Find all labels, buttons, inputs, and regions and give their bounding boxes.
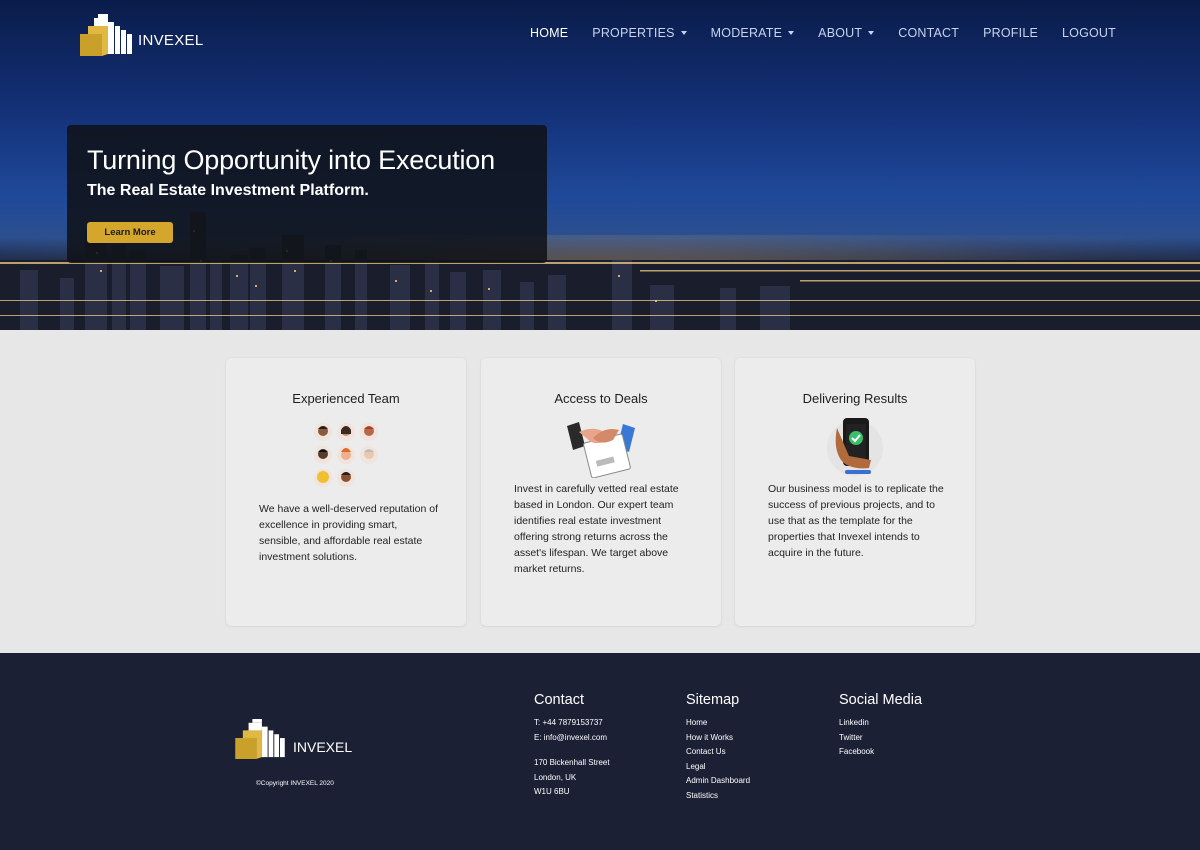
footer-contact-heading: Contact bbox=[534, 692, 584, 708]
caret-down-icon bbox=[788, 31, 795, 35]
feature-title: Access to Deals bbox=[554, 391, 648, 406]
nav-moderate[interactable]: MODERATE bbox=[711, 26, 795, 40]
handshake-icon bbox=[567, 422, 635, 478]
feature-text: Our business model is to replicate the s… bbox=[768, 483, 944, 559]
feature-title: Experienced Team bbox=[292, 391, 400, 406]
brand-logo[interactable]: INVEXEL bbox=[78, 14, 203, 56]
nav-profile-label: PROFILE bbox=[983, 26, 1039, 40]
feature-title: Delivering Results bbox=[802, 391, 908, 406]
feature-text: We have a well-deserved reputation of ex… bbox=[259, 503, 438, 563]
social-link-twitter[interactable]: Twitter bbox=[839, 731, 922, 746]
sitemap-link-legal[interactable]: Legal bbox=[686, 760, 750, 775]
learn-more-button[interactable]: Learn More bbox=[87, 222, 173, 243]
nav-logout-label: LOGOUT bbox=[1062, 26, 1116, 40]
nav-properties-label: PROPERTIES bbox=[592, 26, 675, 40]
nav-logout[interactable]: LOGOUT bbox=[1062, 26, 1116, 40]
hero-subtitle: The Real Estate Investment Platform. bbox=[87, 182, 369, 199]
main-menu: HOME PROPERTIES MODERATE ABOUT CONTACT P… bbox=[506, 26, 1116, 40]
sitemap-link-how-it-works[interactable]: How it Works bbox=[686, 731, 750, 746]
sitemap-link-contact-us[interactable]: Contact Us bbox=[686, 745, 750, 760]
feature-card-deals: Access to Deals Invest in carefully vett… bbox=[481, 358, 721, 626]
footer-social-heading: Social Media bbox=[839, 692, 923, 708]
building-logo-icon bbox=[235, 719, 285, 759]
footer-sitemap-heading: Sitemap bbox=[686, 692, 740, 708]
social-link-facebook[interactable]: Facebook bbox=[839, 745, 922, 760]
copyright-text: ©Copyright INVEXEL 2020 bbox=[256, 780, 334, 787]
caret-down-icon bbox=[680, 31, 687, 35]
feature-card-team: Experienced Team We have a well-deserved… bbox=[226, 358, 466, 626]
team-avatars-icon bbox=[314, 423, 378, 487]
footer-brand-name: INVEXEL bbox=[293, 739, 353, 755]
social-link-linkedin[interactable]: Linkedin bbox=[839, 716, 922, 731]
hero-banner: INVEXEL HOME PROPERTIES MODERATE ABOUT C… bbox=[0, 0, 1200, 330]
footer-logo[interactable]: INVEXEL bbox=[232, 719, 352, 759]
sitemap-link-home[interactable]: Home bbox=[686, 716, 750, 731]
nav-home[interactable]: HOME bbox=[530, 26, 568, 40]
nav-home-label: HOME bbox=[529, 26, 569, 40]
sitemap-link-admin-dashboard[interactable]: Admin Dashboard bbox=[686, 774, 750, 789]
phone-check-icon bbox=[827, 418, 883, 476]
nav-profile[interactable]: PROFILE bbox=[983, 26, 1038, 40]
contact-address-line: 170 Bickenhall Street bbox=[534, 758, 610, 768]
nav-contact[interactable]: CONTACT bbox=[898, 26, 959, 40]
contact-address-line: W1U 6BU bbox=[534, 787, 570, 797]
caret-down-icon bbox=[868, 31, 875, 35]
brand-name: INVEXEL bbox=[138, 31, 204, 49]
nav-about[interactable]: ABOUT bbox=[818, 26, 875, 40]
hero-title: Turning Opportunity into Execution bbox=[87, 145, 495, 175]
hero-card: Turning Opportunity into Execution The R… bbox=[67, 125, 547, 263]
nav-properties[interactable]: PROPERTIES bbox=[592, 26, 687, 40]
sitemap-link-statistics[interactable]: Statistics bbox=[686, 789, 750, 804]
top-navbar: INVEXEL HOME PROPERTIES MODERATE ABOUT C… bbox=[0, 0, 1200, 70]
nav-moderate-label: MODERATE bbox=[710, 26, 783, 40]
footer-contact: Contact T: +44 7879153737 E: info@invexe… bbox=[534, 692, 610, 800]
features-section: Experienced Team We have a well-deserved… bbox=[0, 330, 1200, 653]
contact-email[interactable]: E: info@invexel.com bbox=[534, 731, 610, 746]
contact-address-line: London, UK bbox=[534, 772, 577, 782]
feature-text: Invest in carefully vetted real estate b… bbox=[514, 483, 679, 575]
nav-about-label: ABOUT bbox=[818, 26, 863, 40]
footer-sitemap: Sitemap Home How it Works Contact Us Leg… bbox=[686, 692, 750, 804]
footer-social: Social Media Linkedin Twitter Facebook bbox=[839, 692, 922, 760]
nav-contact-label: CONTACT bbox=[898, 26, 960, 40]
feature-card-results: Delivering Results Our business model is… bbox=[735, 358, 975, 626]
footer: INVEXEL ©Copyright INVEXEL 2020 Contact … bbox=[0, 653, 1200, 850]
building-logo-icon bbox=[80, 14, 132, 56]
contact-phone[interactable]: T: +44 7879153737 bbox=[534, 716, 610, 731]
